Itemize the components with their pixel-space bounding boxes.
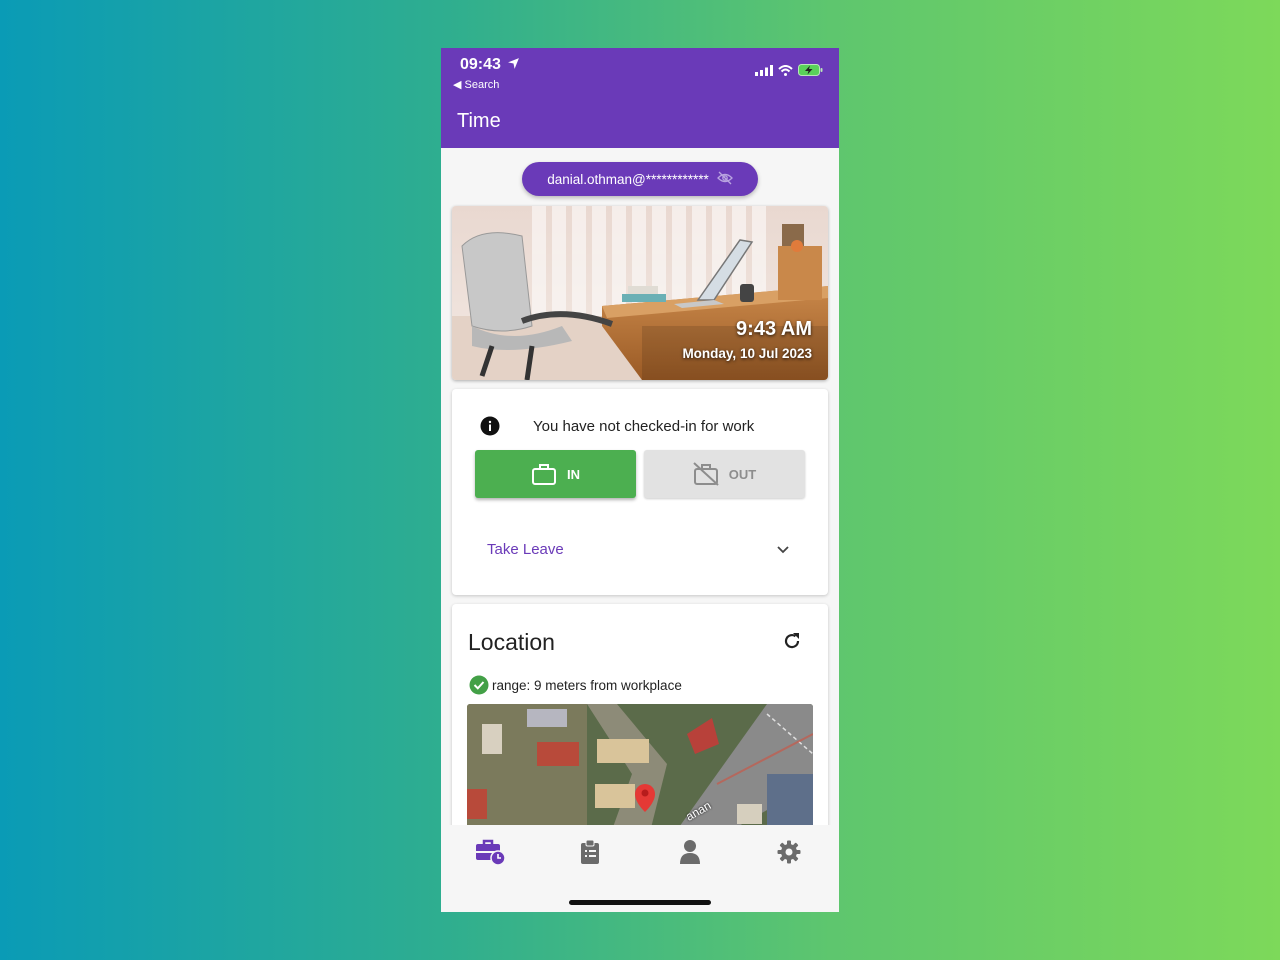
check-circle-icon xyxy=(469,675,489,695)
bottom-nav xyxy=(441,825,839,912)
attendance-card: You have not checked-in for work IN OUT … xyxy=(452,389,828,595)
nav-settings[interactable] xyxy=(769,837,809,867)
phone-screen: 09:43 ◀ Search Time danial.othman@******… xyxy=(441,48,839,912)
info-icon xyxy=(480,416,500,436)
location-card: Location range: 9 meters from workplace xyxy=(452,604,828,844)
check-out-label: OUT xyxy=(728,466,757,482)
signal-icon xyxy=(755,65,773,76)
back-triangle-icon: ◀ xyxy=(453,79,462,91)
page-title: Time xyxy=(457,110,501,132)
take-leave-label: Take Leave xyxy=(487,541,564,558)
office-banner: 9:43 AM Monday, 10 Jul 2023 xyxy=(452,206,828,380)
wifi-icon xyxy=(778,65,793,76)
take-leave-expander[interactable]: Take Leave xyxy=(452,529,828,569)
nav-profile[interactable] xyxy=(670,837,710,867)
check-in-button[interactable]: IN xyxy=(475,450,636,498)
refresh-icon[interactable] xyxy=(782,631,802,656)
chevron-down-icon xyxy=(776,542,790,560)
current-date: Monday, 10 Jul 2023 xyxy=(682,346,812,361)
person-icon xyxy=(680,840,700,864)
back-to-search-link[interactable]: ◀ Search xyxy=(453,78,499,91)
location-map[interactable]: anan xyxy=(467,704,813,844)
briefcase-off-icon xyxy=(693,462,719,486)
business-time-icon xyxy=(476,839,506,865)
nav-time[interactable] xyxy=(470,837,510,867)
status-time: 09:43 xyxy=(460,56,501,73)
range-text: range: 9 meters from workplace xyxy=(492,677,682,693)
location-title: Location xyxy=(468,629,555,655)
checkin-notice: You have not checked-in for work xyxy=(533,418,755,435)
range-status: range: 9 meters from workplace xyxy=(469,675,682,695)
status-icons xyxy=(755,64,823,76)
location-arrow-icon xyxy=(507,57,520,75)
satellite-map xyxy=(467,704,813,844)
app-bar: 09:43 ◀ Search Time xyxy=(441,48,839,148)
clipboard-list-icon xyxy=(581,839,599,864)
briefcase-icon xyxy=(532,464,556,485)
nav-tasks[interactable] xyxy=(570,837,610,867)
check-out-button[interactable]: OUT xyxy=(644,450,805,498)
eye-off-icon[interactable] xyxy=(716,171,733,188)
account-email-pill[interactable]: danial.othman@************ xyxy=(522,162,758,196)
current-time: 9:43 AM xyxy=(736,318,812,340)
back-label: Search xyxy=(464,79,500,91)
home-indicator[interactable] xyxy=(569,900,711,905)
check-in-label: IN xyxy=(567,466,580,482)
gear-icon xyxy=(777,840,801,864)
account-email: danial.othman@************ xyxy=(547,171,709,187)
battery-charging-icon xyxy=(798,64,823,76)
